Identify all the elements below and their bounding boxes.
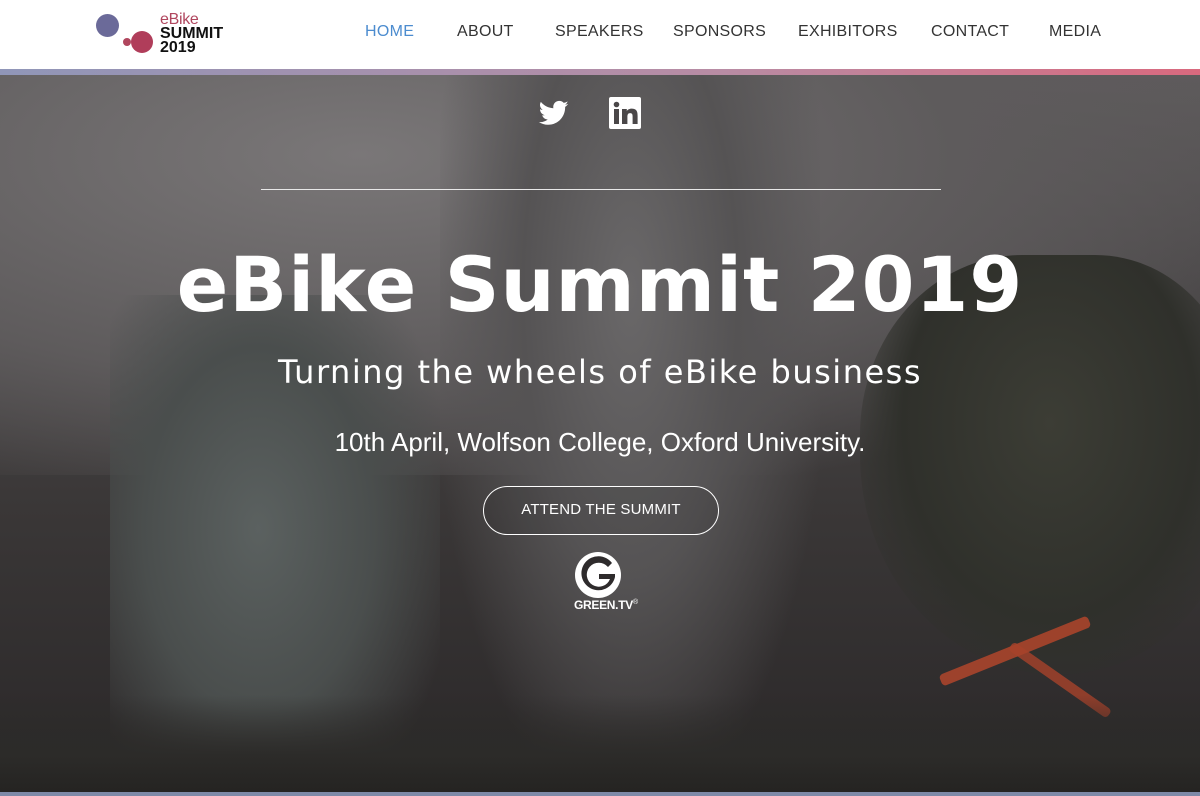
registered-mark: ® — [632, 599, 638, 606]
nav-about[interactable]: ABOUT — [457, 20, 514, 44]
main-nav: HOME ABOUT SPEAKERS SPONSORS EXHIBITORS … — [0, 20, 1200, 44]
nav-speakers[interactable]: SPEAKERS — [555, 20, 644, 44]
linkedin-icon[interactable] — [609, 97, 641, 129]
hero-background-ground — [0, 695, 1200, 796]
green-tv-text: GREEN.TV — [574, 598, 633, 612]
hero-bottom-line — [0, 792, 1200, 796]
twitter-icon[interactable] — [538, 98, 570, 128]
hero-title: eBike Summit 2019 — [176, 240, 1024, 329]
green-tv-label: GREEN.TV® — [574, 598, 638, 612]
green-tv-mark-icon — [575, 552, 621, 598]
nav-sponsors[interactable]: SPONSORS — [673, 20, 766, 44]
nav-media[interactable]: MEDIA — [1049, 20, 1101, 44]
nav-contact[interactable]: CONTACT — [931, 20, 1009, 44]
nav-exhibitors[interactable]: EXHIBITORS — [798, 20, 898, 44]
attend-summit-button[interactable]: ATTEND THE SUMMIT — [483, 486, 719, 535]
site-header: eBike SUMMIT 2019 HOME ABOUT SPEAKERS SP… — [0, 0, 1200, 69]
green-tv-logo[interactable]: GREEN.TV® — [572, 551, 638, 621]
nav-home[interactable]: HOME — [365, 20, 414, 44]
social-links — [0, 97, 1200, 130]
hero-subtitle: Turning the wheels of eBike business — [277, 353, 922, 391]
hero-divider — [261, 189, 941, 190]
hero-date-location: 10th April, Wolfson College, Oxford Univ… — [334, 427, 866, 457]
